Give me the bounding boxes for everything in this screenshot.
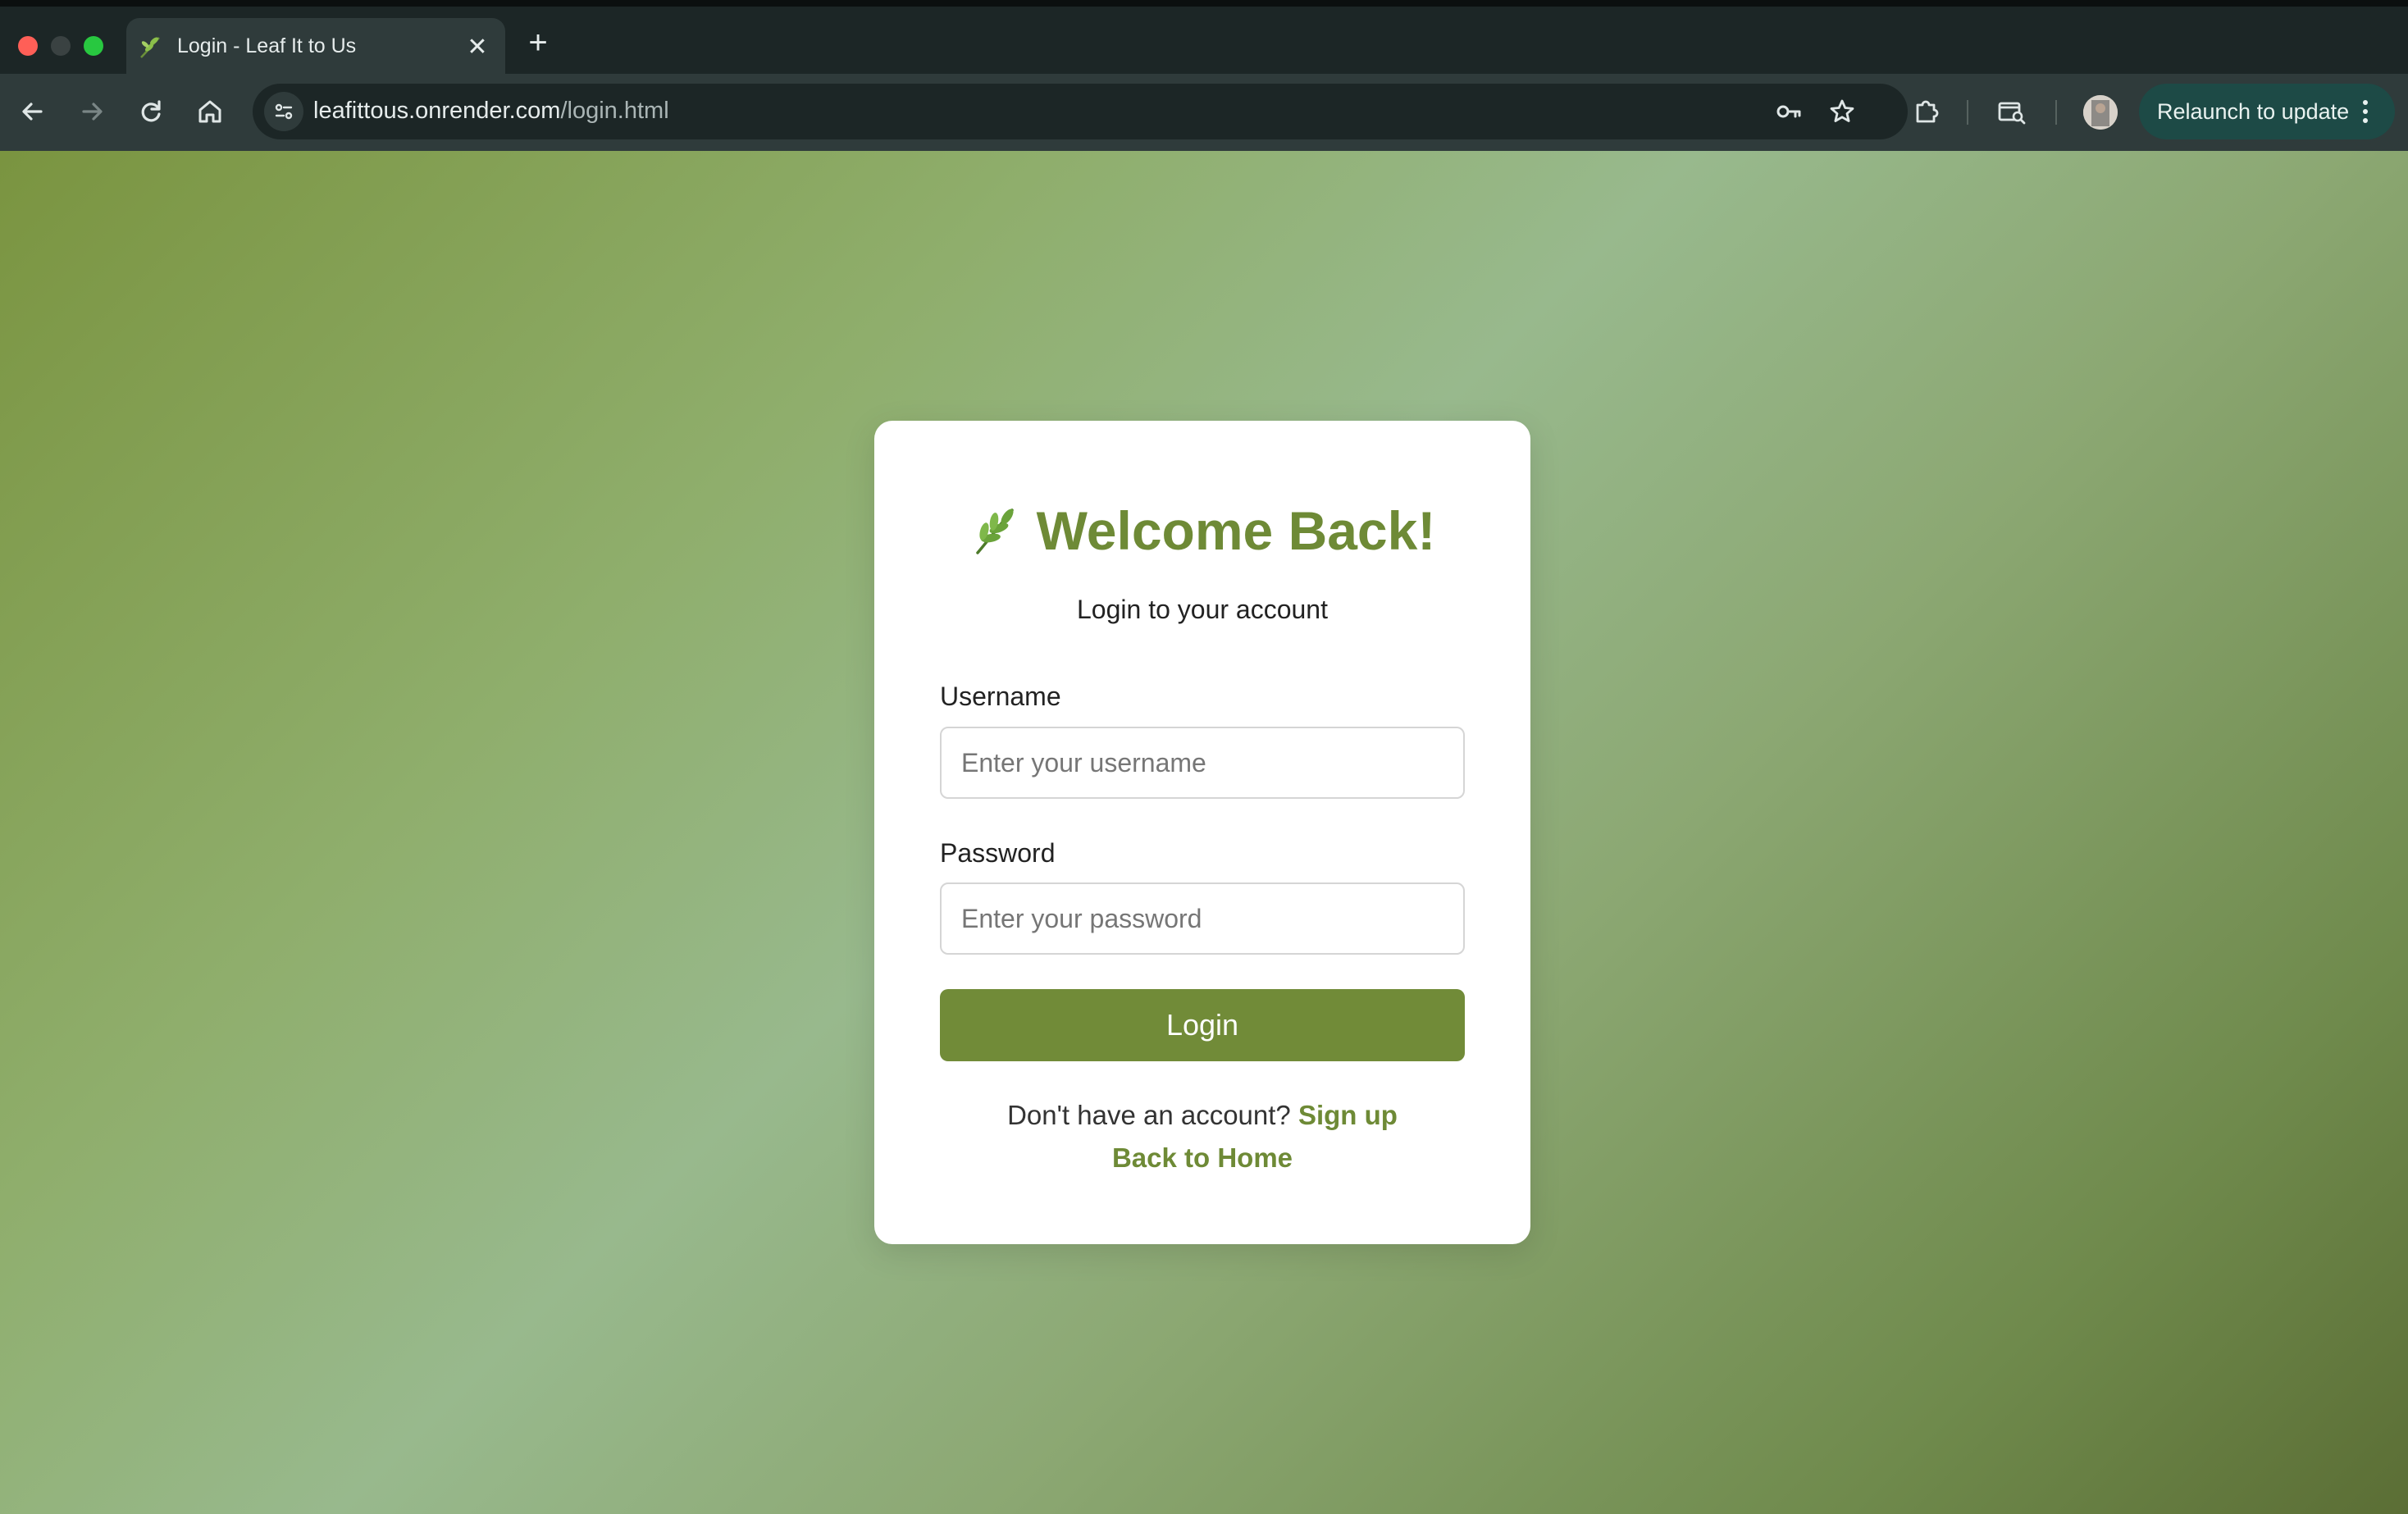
relaunch-update-button[interactable]: Relaunch to update — [2139, 84, 2395, 139]
url-domain: leafittous.onrender.com — [313, 98, 561, 124]
page-title: Welcome Back! — [874, 499, 1530, 562]
login-button[interactable]: Login — [940, 989, 1465, 1061]
more-menu-icon[interactable] — [2346, 92, 2385, 131]
bookmark-star-icon[interactable] — [1822, 92, 1862, 131]
leaf-favicon-icon — [140, 37, 160, 58]
site-settings-icon — [275, 103, 293, 120]
browser-toolbar: leafittous.onrender.com/login.html Relau… — [0, 74, 2408, 151]
signup-link[interactable]: Sign up — [1298, 1100, 1398, 1130]
profile-avatar[interactable] — [2083, 95, 2118, 130]
username-label: Username — [940, 682, 1061, 711]
login-subtitle: Login to your account — [1077, 595, 1328, 624]
browser-tab-active[interactable]: Login - Leaf It to Us ✕ — [126, 18, 505, 80]
tab-bar: Login - Leaf It to Us ✕ + — [0, 7, 2408, 80]
home-link-row: Back to Home — [874, 1142, 1530, 1174]
page-background: Welcome Back! Login to your account User… — [0, 151, 2408, 1514]
reload-icon — [141, 100, 161, 122]
signup-prompt: Don't have an account? Sign up — [874, 1100, 1530, 1131]
window-top-strip — [0, 0, 2408, 7]
home-icon — [198, 100, 221, 123]
toolbar-divider — [2055, 100, 2057, 125]
reload-button[interactable] — [131, 92, 171, 131]
address-bar[interactable]: leafittous.onrender.com/login.html — [253, 84, 1908, 139]
login-card: Welcome Back! Login to your account User… — [874, 421, 1530, 1244]
tab-close-icon[interactable]: ✕ — [463, 33, 492, 62]
tab-search-icon[interactable] — [1991, 92, 2031, 131]
new-tab-button[interactable]: + — [522, 26, 554, 59]
maximize-window-button[interactable] — [84, 36, 103, 56]
herb-leaf-icon — [975, 508, 1014, 554]
no-account-text: Don't have an account? — [1007, 1100, 1291, 1130]
back-icon — [22, 103, 43, 121]
minimize-window-button[interactable] — [51, 36, 71, 56]
password-key-icon[interactable] — [1770, 92, 1809, 131]
home-button[interactable] — [190, 92, 230, 131]
password-label: Password — [940, 838, 1056, 868]
close-window-button[interactable] — [18, 36, 38, 56]
profile-avatar-icon — [2083, 95, 2118, 130]
back-to-home-link[interactable]: Back to Home — [1112, 1142, 1293, 1173]
url-text[interactable]: leafittous.onrender.com/login.html — [313, 98, 669, 125]
extensions-icon[interactable] — [1906, 92, 1945, 131]
forward-icon — [82, 103, 103, 121]
heading-text: Welcome Back! — [1036, 500, 1436, 561]
toolbar-divider — [1967, 100, 1968, 125]
url-path: /login.html — [560, 98, 669, 124]
tab-title: Login - Leaf It to Us — [177, 34, 357, 57]
back-button[interactable] — [13, 92, 52, 131]
password-input[interactable] — [940, 882, 1465, 955]
username-input[interactable] — [940, 727, 1465, 799]
site-info-button[interactable] — [264, 92, 303, 131]
forward-button[interactable] — [72, 92, 112, 131]
relaunch-label: Relaunch to update — [2157, 99, 2350, 124]
